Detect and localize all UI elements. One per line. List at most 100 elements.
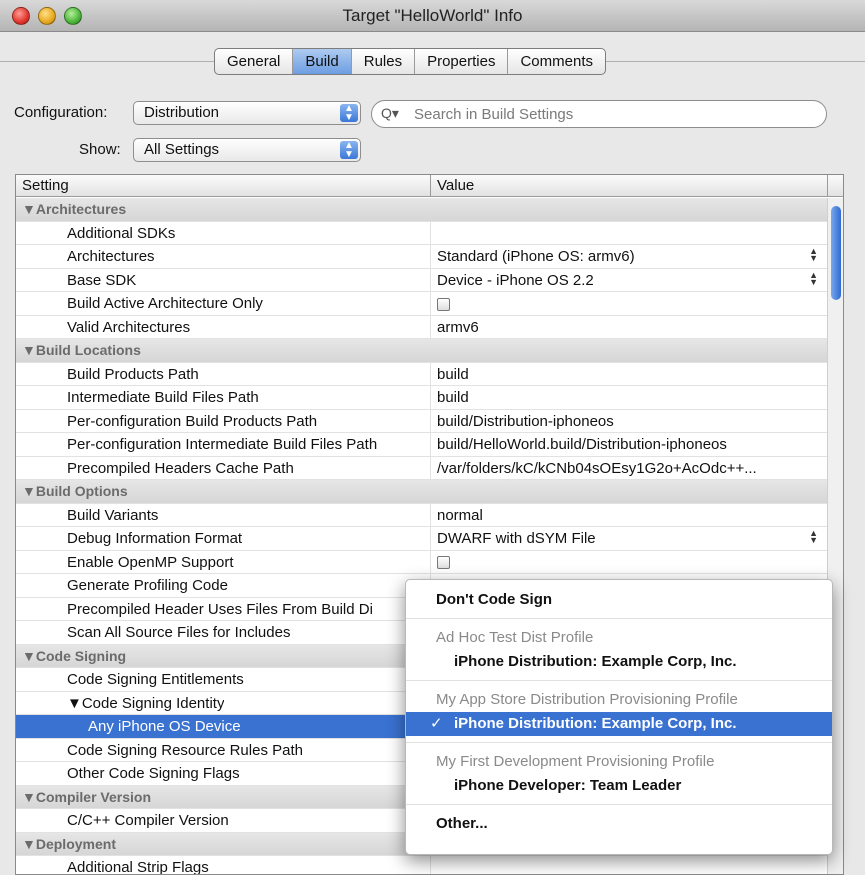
- tab-general[interactable]: General: [215, 49, 294, 74]
- table-row[interactable]: Architectures Standard (iPhone OS: armv6)…: [16, 245, 828, 269]
- setting-name: Base SDK: [67, 271, 137, 289]
- table-row[interactable]: Enable OpenMP Support: [16, 550, 828, 574]
- table-row[interactable]: Additional Strip Flags: [16, 856, 828, 875]
- cell-divider: [430, 362, 431, 385]
- group-row[interactable]: ▼Build Options: [16, 480, 828, 504]
- setting-value[interactable]: Standard (iPhone OS: armv6): [437, 248, 825, 265]
- menu-item-label: Ad Hoc Test Dist Profile: [436, 629, 594, 646]
- menu-item[interactable]: ✓ iPhone Distribution: Example Corp, Inc.: [406, 712, 832, 736]
- search-icon: Q▾: [381, 105, 399, 121]
- setting-name: Per-configuration Intermediate Build Fil…: [67, 436, 378, 453]
- header-corner: [827, 175, 843, 197]
- table-row[interactable]: Intermediate Build Files Path build: [16, 386, 828, 410]
- menu-item[interactable]: iPhone Distribution: Example Corp, Inc.: [406, 650, 832, 674]
- cell-divider: [430, 456, 431, 479]
- configuration-label: Configuration:: [14, 104, 108, 121]
- tab-build[interactable]: Build: [293, 49, 352, 74]
- cell-divider: [430, 221, 431, 244]
- group-row[interactable]: ▼Build Locations: [16, 339, 828, 363]
- cell-divider: [430, 433, 431, 456]
- show-popup[interactable]: All Settings ▲ ▼: [133, 138, 361, 162]
- menu-group-header: My App Store Distribution Provisioning P…: [406, 688, 832, 712]
- table-row[interactable]: Base SDK Device - iPhone OS 2.2 ▲ ▼: [16, 268, 828, 292]
- setting-value[interactable]: DWARF with dSYM File: [437, 530, 825, 547]
- cell-divider: [430, 856, 431, 874]
- menu-group-header: My First Development Provisioning Profil…: [406, 750, 832, 774]
- menu-separator: [406, 680, 832, 681]
- setting-name: Other Code Signing Flags: [67, 765, 240, 782]
- setting-name: ▼Architectures: [22, 201, 127, 217]
- cell-divider: [430, 315, 431, 338]
- menu-item[interactable]: Don't Code Sign: [406, 588, 832, 612]
- configuration-value: Distribution: [144, 104, 220, 121]
- setting-name: C/C++ Compiler Version: [67, 812, 229, 829]
- tab-properties[interactable]: Properties: [415, 49, 509, 74]
- menu-group-header: Ad Hoc Test Dist Profile: [406, 626, 832, 650]
- configuration-popup[interactable]: Distribution ▲ ▼: [133, 101, 361, 125]
- menu-item-label: Don't Code Sign: [436, 591, 553, 608]
- setting-name: Enable OpenMP Support: [67, 553, 234, 571]
- window-title: Target "HelloWorld" Info: [342, 6, 523, 25]
- table-row[interactable]: Debug Information Format DWARF with dSYM …: [16, 527, 828, 551]
- setting-checkbox[interactable]: [437, 556, 450, 570]
- setting-value[interactable]: [437, 295, 825, 312]
- stepper-arrows-icon[interactable]: ▲ ▼: [809, 247, 818, 263]
- search-placeholder: Search in Build Settings: [414, 106, 574, 123]
- table-row[interactable]: Precompiled Headers Cache Path/var/folde…: [16, 456, 828, 480]
- setting-value[interactable]: normal: [437, 507, 825, 524]
- scrollbar-thumb[interactable]: [831, 206, 841, 300]
- table-row[interactable]: Additional SDKs: [16, 221, 828, 245]
- setting-name: ▼Compiler Version: [22, 788, 152, 805]
- setting-value[interactable]: build/Distribution-iphoneos: [437, 413, 825, 430]
- menu-item[interactable]: iPhone Developer: Team Leader: [406, 774, 832, 798]
- search-field[interactable]: Q▾ Search in Build Settings: [371, 100, 827, 128]
- column-header-value[interactable]: Value: [437, 177, 474, 194]
- setting-value[interactable]: build: [437, 389, 825, 406]
- setting-value[interactable]: /var/folders/kC/kCNb04sOEsy1G2o+AcOdc++.…: [437, 460, 825, 477]
- table-row[interactable]: Build Variants normal: [16, 503, 828, 527]
- table-row[interactable]: Valid Architectures armv6: [16, 315, 828, 339]
- menu-item-label: My App Store Distribution Provisioning P…: [436, 691, 738, 708]
- table-row[interactable]: Per-configuration Intermediate Build Fil…: [16, 433, 828, 457]
- cell-divider: [430, 550, 431, 573]
- setting-value[interactable]: build/HelloWorld.build/Distribution-ipho…: [437, 436, 825, 453]
- table-row[interactable]: Build Products Path build: [16, 362, 828, 386]
- setting-name: Additional Strip Flags: [67, 859, 209, 875]
- cell-divider: [430, 245, 431, 268]
- popup-arrows-icon: ▲ ▼: [340, 104, 358, 123]
- checkmark-icon: ✓: [430, 715, 443, 732]
- setting-name: ▼Build Locations: [22, 342, 141, 358]
- setting-value[interactable]: build: [437, 366, 825, 383]
- title-bar: Target "HelloWorld" Info: [0, 0, 865, 32]
- table-row[interactable]: Per-configuration Build Products Path bui…: [16, 409, 828, 433]
- cell-divider: [430, 409, 431, 432]
- setting-name: Build Active Architecture Only: [67, 295, 263, 312]
- table-header: Setting Value: [16, 175, 843, 197]
- group-row[interactable]: ▼Architectures: [16, 198, 828, 222]
- setting-name: ▼Build Options: [22, 483, 128, 499]
- setting-name: Intermediate Build Files Path: [67, 389, 259, 406]
- setting-checkbox[interactable]: [437, 297, 450, 311]
- tab-comments[interactable]: Comments: [508, 49, 605, 74]
- setting-value[interactable]: Device - iPhone OS 2.2: [437, 272, 825, 289]
- tab-rules[interactable]: Rules: [352, 49, 416, 74]
- setting-name: Architectures: [67, 248, 155, 265]
- setting-name: Scan All Source Files for Includes: [67, 624, 291, 641]
- menu-item[interactable]: Other...: [406, 812, 832, 836]
- setting-name: Generate Profiling Code: [67, 577, 228, 594]
- stepper-arrows-icon[interactable]: ▲ ▼: [809, 270, 818, 286]
- setting-name: Additional SDKs: [67, 224, 176, 242]
- cell-divider: [430, 527, 431, 550]
- menu-item-label: Other...: [436, 815, 488, 832]
- column-header-setting[interactable]: Setting: [22, 177, 69, 194]
- setting-name: Debug Information Format: [67, 530, 243, 547]
- cell-divider: [430, 268, 431, 291]
- stepper-arrows-icon[interactable]: ▲ ▼: [809, 529, 818, 545]
- setting-value[interactable]: armv6: [437, 319, 825, 336]
- setting-value[interactable]: [437, 554, 825, 571]
- column-divider[interactable]: [430, 175, 431, 197]
- setting-name: ▼Code Signing: [22, 647, 127, 664]
- menu-item-label: My First Development Provisioning Profil…: [436, 753, 715, 770]
- setting-name: Precompiled Header Uses Files From Build…: [67, 600, 373, 618]
- table-row[interactable]: Build Active Architecture Only: [16, 292, 828, 316]
